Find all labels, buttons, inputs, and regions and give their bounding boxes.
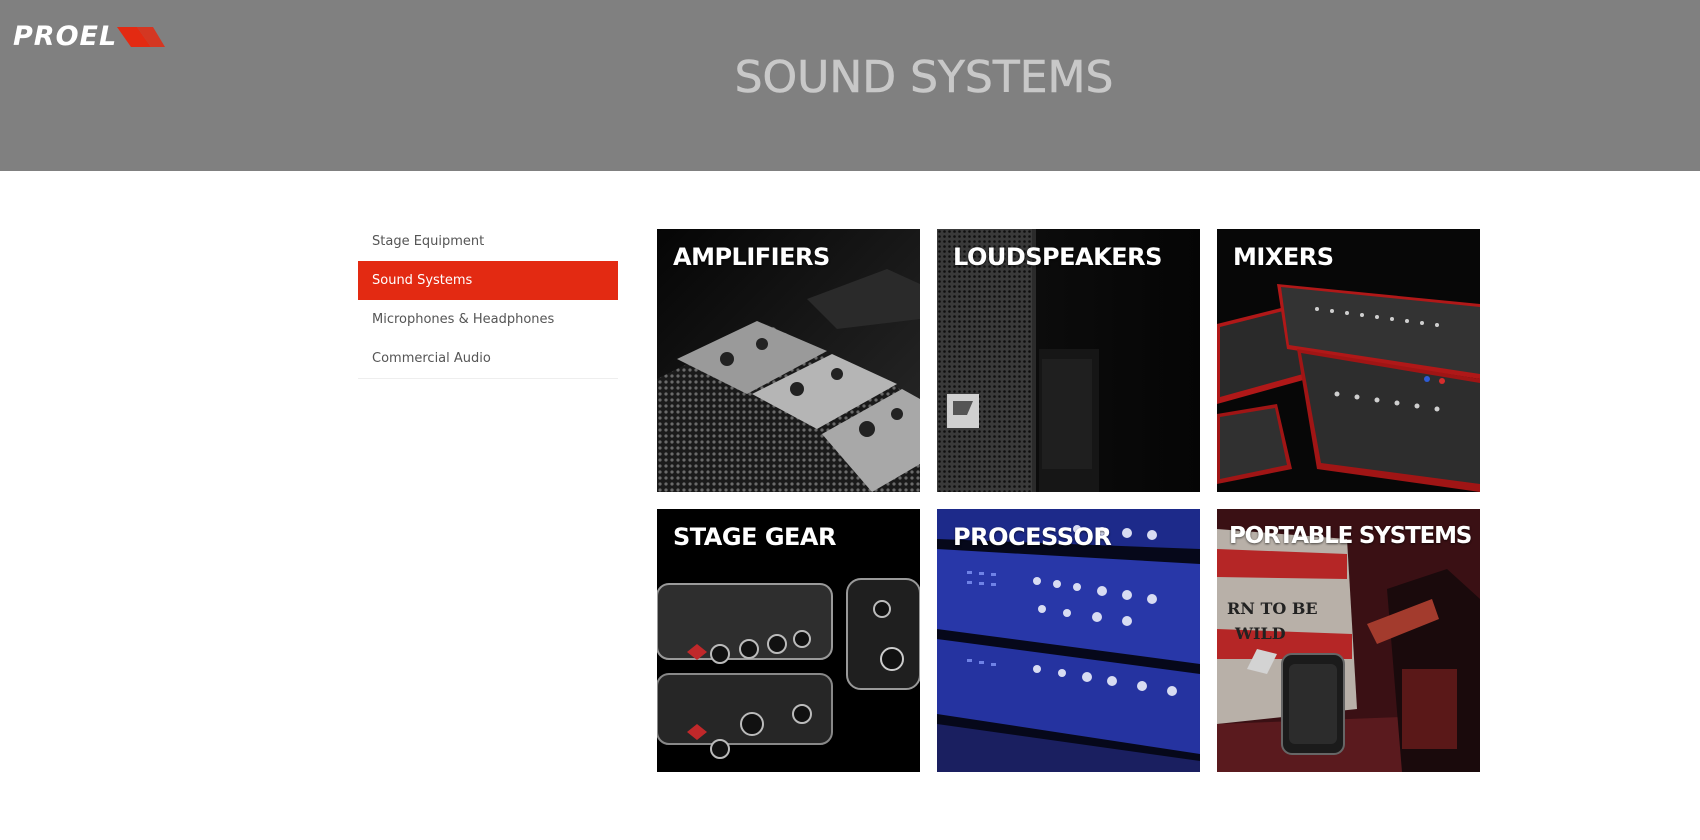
svg-text:WILD: WILD xyxy=(1234,624,1286,643)
category-grid: AMPLIFIERS LOUDSPEAKERS MIXERS STAGE GEA… xyxy=(657,229,1480,772)
category-tile-amplifiers[interactable]: AMPLIFIERS xyxy=(657,229,920,492)
tile-label: AMPLIFIERS xyxy=(673,243,830,271)
category-tile-portable-systems[interactable]: RN TO BE WILD PORTABLE SYSTEMS xyxy=(1217,509,1480,772)
tile-label: PORTABLE SYSTEMS xyxy=(1229,523,1472,549)
proel-logo[interactable]: PROEL xyxy=(13,21,166,52)
sidebar-item-sound-systems[interactable]: Sound Systems xyxy=(358,261,618,300)
category-tile-loudspeakers[interactable]: LOUDSPEAKERS xyxy=(937,229,1200,492)
tile-label: MIXERS xyxy=(1233,243,1334,271)
page-title: SOUND SYSTEMS xyxy=(734,52,1114,104)
proel-chevron-icon xyxy=(117,27,166,47)
logo-text: PROEL xyxy=(13,21,118,52)
svg-text:RN TO BE: RN TO BE xyxy=(1227,599,1318,618)
category-tile-mixers[interactable]: MIXERS xyxy=(1217,229,1480,492)
tile-label: LOUDSPEAKERS xyxy=(953,243,1162,271)
tile-label: PROCESSOR xyxy=(953,523,1112,551)
category-tile-processor[interactable]: PROCESSOR xyxy=(937,509,1200,772)
page-header: PROEL SOUND SYSTEMS xyxy=(0,0,1700,171)
sidebar-item-commercial-audio[interactable]: Commercial Audio xyxy=(358,339,618,378)
sidebar-item-microphones-headphones[interactable]: Microphones & Headphones xyxy=(358,300,618,339)
tile-label: STAGE GEAR xyxy=(673,523,836,551)
category-tile-stage-gear[interactable]: STAGE GEAR xyxy=(657,509,920,772)
sidebar-item-stage-equipment[interactable]: Stage Equipment xyxy=(358,222,618,261)
category-sidebar: Stage Equipment Sound Systems Microphone… xyxy=(358,222,618,379)
